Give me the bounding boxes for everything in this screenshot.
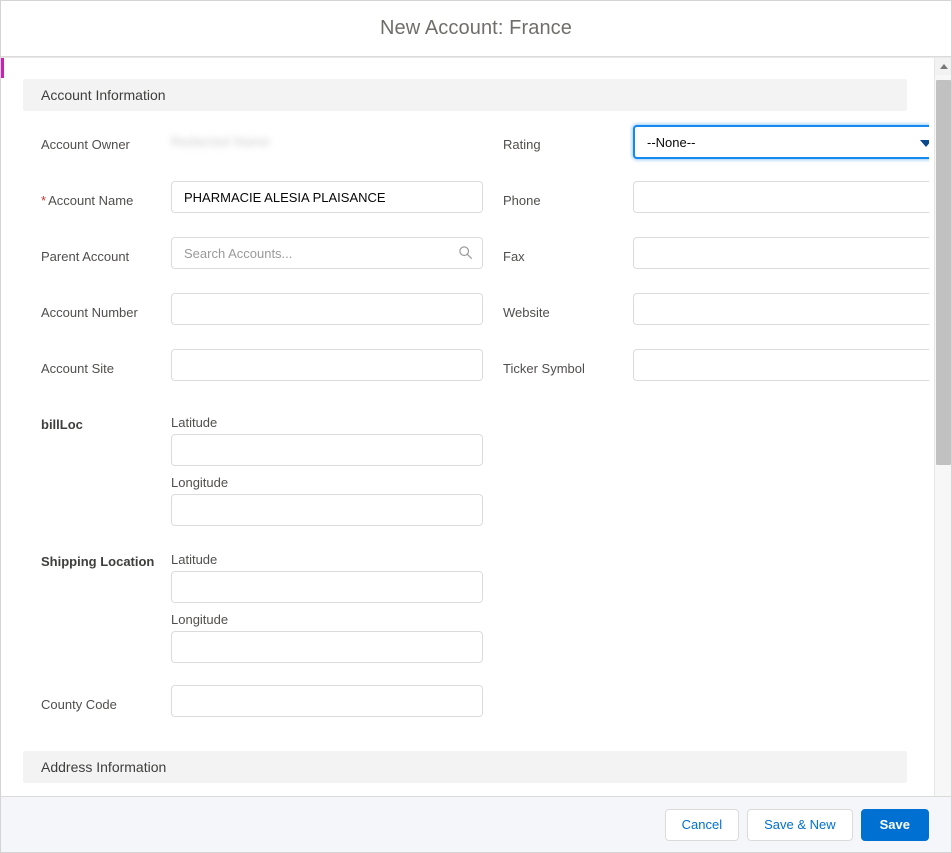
field-parent-account: Parent Account: [41, 237, 483, 281]
shipping-latitude-field: Latitude: [171, 552, 483, 603]
page-title: New Account: France: [380, 17, 572, 39]
field-label-account-name: * Account Name: [41, 181, 171, 210]
field-account-owner: Account Owner Redacted Name: [41, 125, 483, 169]
parent-account-input[interactable]: [171, 237, 483, 269]
section-title: Account Information: [41, 87, 166, 103]
modal-scroll-area: Account Information Account Owner Redact…: [1, 58, 929, 796]
field-label-rating: Rating: [503, 137, 541, 152]
accent-stripe: [1, 58, 4, 78]
new-account-modal: New Account: France Account Information …: [0, 0, 952, 853]
field-control-ticker-symbol: [633, 349, 929, 381]
field-control-account-name: [171, 181, 483, 213]
field-control-website: [633, 293, 929, 325]
field-label-billloc: billLoc: [41, 417, 83, 432]
modal-header: New Account: France: [1, 1, 951, 57]
field-control-account-number: [171, 293, 483, 325]
shipping-longitude-field: Longitude: [171, 612, 483, 663]
billloc-longitude-input[interactable]: [171, 494, 483, 526]
field-control-county-code: [171, 685, 483, 717]
section-title: Address Information: [41, 759, 167, 775]
triangle-up-icon: [939, 64, 948, 69]
field-label-website: Website: [503, 305, 550, 320]
vertical-scrollbar[interactable]: [934, 58, 951, 796]
field-account-number: Account Number: [41, 293, 483, 337]
sub-label-latitude: Latitude: [171, 415, 218, 430]
field-label-ticker-symbol: Ticker Symbol: [503, 361, 585, 376]
fax-input[interactable]: [633, 237, 929, 269]
shipping-longitude-input[interactable]: [171, 631, 483, 663]
field-label-shipping-location: Shipping Location: [41, 554, 155, 569]
field-county-code: County Code: [41, 685, 483, 729]
rating-combobox[interactable]: --None--: [633, 125, 929, 159]
ticker-symbol-input[interactable]: [633, 349, 929, 381]
save-and-new-button[interactable]: Save & New: [747, 808, 853, 841]
field-rating: Rating --None--: [503, 125, 929, 169]
scrollbar-thumb[interactable]: [936, 80, 951, 465]
field-control-rating: --None--: [633, 125, 929, 159]
modal-body-wrap: Account Information Account Owner Redact…: [1, 57, 951, 796]
field-shipping-location: Shipping Location Latitude Longitude: [41, 552, 483, 663]
field-account-site: Account Site: [41, 349, 483, 393]
field-account-name: * Account Name: [41, 181, 483, 225]
field-control-account-site: [171, 349, 483, 381]
county-code-input[interactable]: [171, 685, 483, 717]
field-billloc: billLoc Latitude Longitude: [41, 415, 483, 526]
field-fax: Fax: [503, 237, 929, 281]
chevron-down-icon: [920, 140, 929, 147]
account-site-input[interactable]: [171, 349, 483, 381]
modal-footer: Cancel Save & New Save: [1, 796, 951, 852]
cancel-button[interactable]: Cancel: [664, 808, 740, 841]
required-indicator: *: [41, 193, 47, 208]
website-input[interactable]: [633, 293, 929, 325]
field-ticker-symbol: Ticker Symbol: [503, 349, 929, 393]
field-label-fax: Fax: [503, 249, 525, 264]
field-label-account-owner: Account Owner: [41, 137, 130, 152]
field-label-phone: Phone: [503, 193, 541, 208]
field-website: Website: [503, 293, 929, 337]
save-button[interactable]: Save: [860, 808, 929, 841]
sub-label-latitude: Latitude: [171, 552, 218, 567]
field-phone: Phone: [503, 181, 929, 225]
shipping-latitude-input[interactable]: [171, 571, 483, 603]
sub-label-longitude: Longitude: [171, 475, 229, 490]
form-column-right: Rating --None-- Phone Fax Website Ticker…: [503, 111, 929, 729]
form-column-left: Account Owner Redacted Name * Account Nam…: [41, 111, 483, 729]
account-information-grid: Account Owner Redacted Name * Account Nam…: [23, 111, 929, 729]
field-control-billloc: Latitude Longitude: [171, 415, 483, 526]
billloc-longitude-field: Longitude: [171, 475, 483, 526]
rating-selected-value: --None--: [647, 134, 696, 150]
phone-input[interactable]: [633, 181, 929, 213]
sub-label-longitude: Longitude: [171, 612, 229, 627]
billloc-latitude-field: Latitude: [171, 415, 483, 466]
field-control-shipping-location: Latitude Longitude: [171, 552, 483, 663]
field-control-phone: [633, 181, 929, 213]
section-header-address-information: Address Information: [23, 751, 907, 783]
scroll-up-arrow-icon[interactable]: [935, 58, 951, 75]
field-control-parent-account: [171, 237, 483, 269]
account-name-input[interactable]: [171, 181, 483, 213]
section-header-account-information: Account Information: [23, 79, 907, 111]
field-label-parent-account: Parent Account: [41, 249, 130, 264]
field-control-account-owner: Redacted Name: [171, 125, 483, 157]
field-label-county-code: County Code: [41, 697, 117, 712]
account-number-input[interactable]: [171, 293, 483, 325]
billloc-latitude-input[interactable]: [171, 434, 483, 466]
field-label-account-number: Account Number: [41, 305, 138, 320]
field-label-account-site: Account Site: [41, 361, 114, 376]
account-owner-value: Redacted Name: [171, 133, 271, 149]
field-label-text: Account Name: [48, 193, 134, 208]
field-control-fax: [633, 237, 929, 269]
